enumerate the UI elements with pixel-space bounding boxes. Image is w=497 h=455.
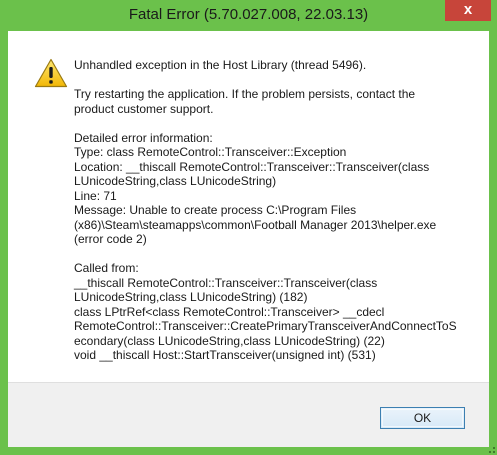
message-line: class LPtrRef<class RemoteControl::Trans… [74,304,385,319]
message-line: (x86)\Steam\steamapps\common\Football Ma… [74,217,437,232]
message-line: Line: 71 [74,188,117,203]
message-spacer [74,247,478,262]
message-line: Message: Unable to create process C:\Pro… [74,203,357,217]
dialog-content: Unhandled exception in the Host Library … [8,31,489,382]
resize-grip-icon[interactable] [485,443,495,453]
error-dialog-window: Fatal Error (5.70.027.008, 22.03.13) x U… [0,0,497,455]
message-line: Called from: [74,261,139,275]
ok-button[interactable]: OK [380,407,465,429]
message-line: Detailed error information: [74,130,213,145]
message-line: LUnicodeString,class LUnicodeString) (18… [74,290,308,304]
message-line: econdary(class LUnicodeString,class LUni… [74,333,385,348]
title-bar[interactable]: Fatal Error (5.70.027.008, 22.03.13) x [0,0,497,31]
message-spacer [74,73,478,88]
warning-icon [34,58,68,88]
error-message: Unhandled exception in the Host Library … [74,58,478,363]
message-line: Unhandled exception in the Host Library … [74,58,367,72]
message-line: RemoteControl::Transceiver::CreatePrimar… [74,319,457,333]
message-line: LUnicodeString,class LUnicodeString) [74,174,277,188]
close-button[interactable]: x [445,0,491,21]
message-line: void __thiscall Host::StartTransceiver(u… [74,348,376,362]
message-line: Type: class RemoteControl::Transceiver::… [74,145,347,159]
message-line: Location: __thiscall RemoteControl::Tran… [74,159,430,174]
button-bar: OK [8,382,489,447]
close-icon: x [463,1,473,18]
message-line: Try restarting the application. If the p… [74,87,416,101]
message-line: (error code 2) [74,232,147,246]
message-line: __thiscall RemoteControl::Transceiver::T… [74,275,378,290]
window-title: Fatal Error (5.70.027.008, 22.03.13) [128,6,369,23]
message-spacer [74,116,478,131]
message-line: product customer support. [74,101,214,116]
